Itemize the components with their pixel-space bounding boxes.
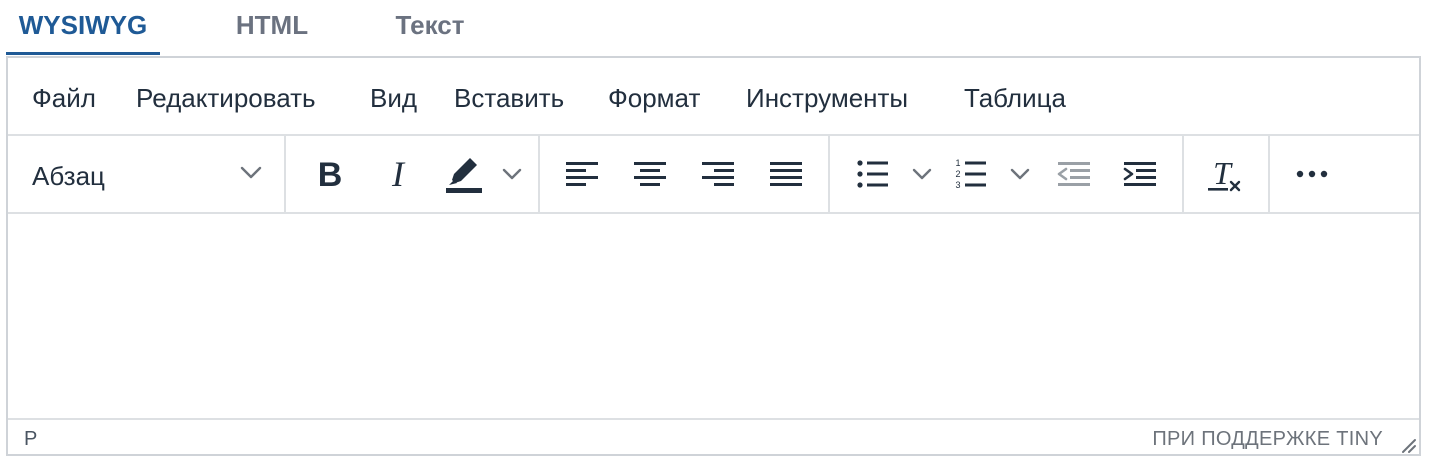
italic-button[interactable]: I <box>374 150 422 198</box>
align-justify-icon <box>770 162 802 186</box>
toolbar-separator <box>1182 136 1184 212</box>
align-right-button[interactable] <box>694 150 742 198</box>
editor-mode-tabs: WYSIWYG HTML Текст <box>0 0 1432 56</box>
toolbar-separator <box>1268 136 1270 212</box>
svg-text:3: 3 <box>955 180 960 190</box>
menu-view[interactable]: Вид <box>370 82 417 114</box>
align-right-icon <box>702 162 734 186</box>
italic-icon: I <box>391 154 406 194</box>
more-button[interactable] <box>1288 150 1336 198</box>
clear-formatting-button[interactable]: T <box>1202 150 1250 198</box>
menu-tools[interactable]: Инструменты <box>746 82 908 114</box>
tab-html[interactable]: HTML <box>222 8 322 42</box>
editor-content-area[interactable] <box>8 214 1419 418</box>
svg-text:B: B <box>318 156 343 194</box>
svg-text:I: I <box>391 154 406 194</box>
powered-by-link[interactable]: ПРИ ПОДДЕРЖКЕ TINY <box>1152 428 1383 451</box>
clear-formatting-icon: T <box>1208 155 1241 192</box>
chevron-down-icon[interactable] <box>1010 168 1030 180</box>
menu-file[interactable]: Файл <box>32 82 96 114</box>
menu-edit[interactable]: Редактировать <box>136 82 316 114</box>
toolbar-separator <box>284 136 286 212</box>
indent-button[interactable] <box>1116 150 1164 198</box>
numbered-list-button[interactable]: 1 2 3 <box>946 150 1036 198</box>
bullet-list-icon <box>857 160 888 188</box>
tab-wysiwyg[interactable]: WYSIWYG <box>10 8 156 42</box>
outdent-icon <box>1057 162 1090 186</box>
bold-icon: B <box>318 156 343 194</box>
menu-insert[interactable]: Вставить <box>454 82 564 114</box>
svg-text:T: T <box>1213 155 1233 191</box>
block-format-select[interactable]: Абзац <box>8 136 284 212</box>
rich-text-editor: Файл Редактировать Вид Вставить Формат И… <box>6 56 1421 456</box>
menubar: Файл Редактировать Вид Вставить Формат И… <box>8 58 1419 136</box>
menu-table[interactable]: Таблица <box>964 82 1066 114</box>
toolbar-separator <box>828 136 830 212</box>
more-icon <box>1296 170 1328 178</box>
outdent-button[interactable] <box>1050 150 1098 198</box>
align-center-icon <box>634 162 666 186</box>
numbered-list-icon: 1 2 3 <box>955 158 986 190</box>
element-path[interactable]: P <box>24 428 37 451</box>
align-left-button[interactable] <box>558 150 606 198</box>
align-center-button[interactable] <box>626 150 674 198</box>
statusbar: P ПРИ ПОДДЕРЖКЕ TINY <box>8 418 1419 456</box>
indent-icon <box>1123 162 1156 186</box>
resize-handle-icon[interactable] <box>1397 434 1417 454</box>
tab-text[interactable]: Текст <box>380 8 480 42</box>
highlight-color-button[interactable] <box>440 150 530 198</box>
bold-button[interactable]: B <box>306 150 354 198</box>
block-format-label: Абзац <box>32 161 105 191</box>
chevron-down-icon[interactable] <box>912 168 932 180</box>
chevron-down-icon <box>240 166 262 179</box>
highlight-color-icon <box>446 158 482 193</box>
svg-text:2: 2 <box>955 169 960 179</box>
align-justify-button[interactable] <box>762 150 810 198</box>
align-left-icon <box>566 162 598 186</box>
bullet-list-button[interactable] <box>848 150 938 198</box>
menu-format[interactable]: Формат <box>608 82 700 114</box>
svg-text:1: 1 <box>955 158 960 168</box>
toolbar: Абзац B I 1 2 3 T <box>8 136 1419 214</box>
active-tab-indicator <box>6 52 160 55</box>
chevron-down-icon[interactable] <box>502 168 522 180</box>
toolbar-separator <box>538 136 540 212</box>
